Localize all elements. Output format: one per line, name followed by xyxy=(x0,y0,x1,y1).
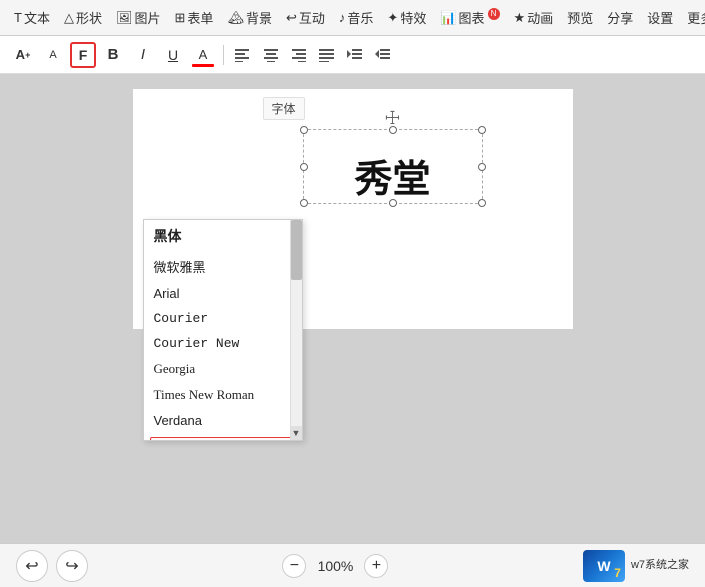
font-size-down-button[interactable]: A xyxy=(40,42,66,68)
top-toolbar: T 文本 △ 形状 🖼 图片 ⊞ 表单 🏔 背景 ↩ 互动 ♪ 音乐 ✦ 特效 … xyxy=(0,0,705,36)
image-icon: 🖼 xyxy=(116,10,133,26)
share-tool[interactable]: 分享 xyxy=(601,4,639,31)
image-tool[interactable]: 🖼 图片 xyxy=(110,4,167,31)
settings-tool[interactable]: 设置 xyxy=(641,4,679,31)
music-tool[interactable]: ♪ 音乐 xyxy=(333,4,380,31)
interact-icon: ↩ xyxy=(286,10,297,26)
outdent-button[interactable] xyxy=(371,43,395,67)
italic-button[interactable]: I xyxy=(130,42,156,68)
indent-button[interactable] xyxy=(343,43,367,67)
font-size-up-button[interactable]: A+ xyxy=(10,42,36,68)
table-tool[interactable]: ⊞ 表单 xyxy=(169,4,220,31)
handle-middle-right[interactable] xyxy=(478,163,486,171)
scrollbar-thumb[interactable] xyxy=(291,220,302,280)
zoom-level: 100% xyxy=(314,558,356,574)
font-item-verdana[interactable]: Verdana xyxy=(144,408,302,433)
zoom-controls: − 100% + xyxy=(282,554,388,578)
text-preview: 秀堂 xyxy=(304,140,482,203)
animation-tool[interactable]: ★ 动画 xyxy=(508,4,560,31)
font-dropdown[interactable]: 黑体 微软雅黑 Arial Courier Courier New Georgi… xyxy=(143,219,303,441)
align-justify-button[interactable] xyxy=(315,43,339,67)
align-left-button[interactable] xyxy=(231,43,255,67)
handle-bottom-right[interactable] xyxy=(478,199,486,207)
bottom-left-actions: ↩ ↪ xyxy=(16,550,88,582)
animation-icon: ★ xyxy=(514,10,526,26)
effect-icon: ✦ xyxy=(387,10,398,26)
music-icon: ♪ xyxy=(339,10,346,25)
align-right-button[interactable] xyxy=(287,43,311,67)
effect-tool[interactable]: ✦ 特效 xyxy=(381,4,432,31)
text-icon: T xyxy=(14,10,22,25)
text-tool[interactable]: T 文本 xyxy=(8,4,56,31)
bold-button[interactable]: B xyxy=(100,42,126,68)
redo-button[interactable]: ↪ xyxy=(56,550,88,582)
font-item-timesnewroman[interactable]: Times New Roman xyxy=(144,382,302,408)
background-icon: 🏔 xyxy=(227,10,244,26)
handle-bottom-middle[interactable] xyxy=(389,199,397,207)
font-picker-button[interactable]: F xyxy=(70,42,96,68)
undo-button[interactable]: ↩ xyxy=(16,550,48,582)
font-item-msyh[interactable]: 微软雅黑 xyxy=(144,252,302,281)
zoom-in-button[interactable]: + xyxy=(364,554,388,578)
w7-logo: W 7 xyxy=(583,550,625,582)
chart-icon: 📊 xyxy=(440,10,456,26)
w7-badge: W 7 w7系统之家 xyxy=(583,550,689,582)
shape-icon: △ xyxy=(64,10,74,26)
scrollbar-down-arrow[interactable]: ▼ xyxy=(291,426,302,440)
font-list-scrollbar[interactable]: ▼ xyxy=(290,220,302,440)
table-icon: ⊞ xyxy=(175,10,186,26)
bottom-right-area: W 7 w7系统之家 xyxy=(583,550,689,582)
w7-site-label: w7系统之家 xyxy=(631,558,689,573)
handle-bottom-left[interactable] xyxy=(300,199,308,207)
font-item-arial[interactable]: Arial xyxy=(144,281,302,306)
bottom-bar: ↩ ↪ − 100% + W 7 w7系统之家 xyxy=(0,543,705,587)
canvas-area: 字体 ☩ 秀堂 黑体 微软雅黑 Arial Courier Co xyxy=(0,74,705,543)
chart-tool[interactable]: 📊 图表 N xyxy=(434,4,505,31)
text-box-selected[interactable]: ☩ 秀堂 xyxy=(303,129,483,204)
format-toolbar: A+ A F B I U A xyxy=(0,36,705,74)
zoom-out-button[interactable]: − xyxy=(282,554,306,578)
font-item-couriernew[interactable]: Courier New xyxy=(144,331,302,356)
font-color-button[interactable]: A xyxy=(190,42,216,68)
font-item-heiti[interactable]: 黑体 xyxy=(144,220,302,252)
handle-top-left[interactable] xyxy=(300,126,308,134)
handle-middle-left[interactable] xyxy=(300,163,308,171)
interact-tool[interactable]: ↩ 互动 xyxy=(280,4,331,31)
color-indicator xyxy=(192,64,214,67)
handle-top-middle[interactable] xyxy=(389,126,397,134)
align-center-button[interactable] xyxy=(259,43,283,67)
mobile-font-section-label: 以下字体手机端显示为图片 xyxy=(150,437,296,440)
toolbar-divider xyxy=(223,45,224,65)
font-item-georgia[interactable]: Georgia xyxy=(144,356,302,382)
font-item-courier[interactable]: Courier xyxy=(144,306,302,331)
slide-canvas[interactable]: 字体 ☩ 秀堂 黑体 微软雅黑 Arial Courier Co xyxy=(133,89,573,329)
handle-top-right[interactable] xyxy=(478,126,486,134)
font-list: 黑体 微软雅黑 Arial Courier Courier New Georgi… xyxy=(144,220,302,440)
font-label-popup: 字体 xyxy=(263,97,305,120)
more-tool[interactable]: 更多 ▼ xyxy=(681,4,705,31)
background-tool[interactable]: 🏔 背景 xyxy=(221,4,278,31)
chart-badge: N xyxy=(488,8,500,20)
shape-tool[interactable]: △ 形状 xyxy=(58,4,108,31)
preview-tool[interactable]: 预览 xyxy=(561,4,599,31)
underline-button[interactable]: U xyxy=(160,42,186,68)
